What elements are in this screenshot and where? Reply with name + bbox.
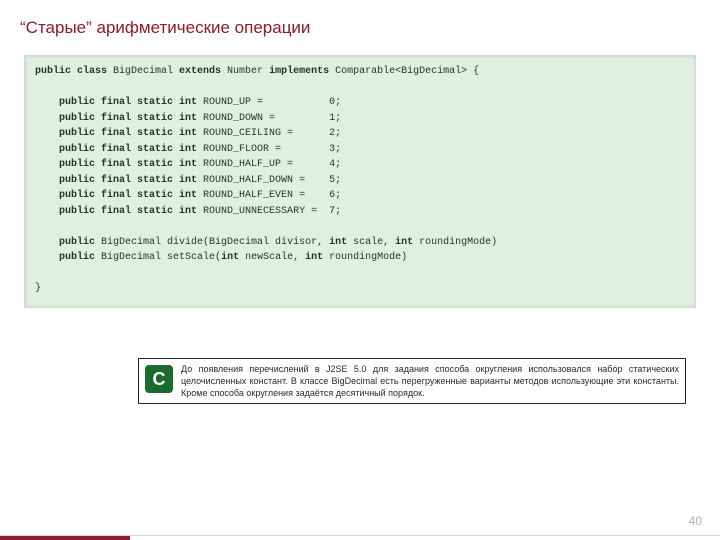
code-text: Number (221, 66, 269, 77)
kw-int: int (329, 237, 347, 248)
kw-public: public (59, 252, 95, 263)
code-block: public class BigDecimal extends Number i… (24, 55, 696, 308)
kw-implements: implements (269, 66, 329, 77)
code-text: ROUND_HALF_UP = 4; (197, 159, 341, 170)
code-text: ROUND_UP = 0; (197, 97, 341, 108)
code-text: ROUND_FLOOR = 3; (197, 144, 341, 155)
code-text: Comparable<BigDecimal> { (329, 66, 479, 77)
code-text: ROUND_HALF_DOWN = 5; (197, 175, 341, 186)
note-box: C До появления перечислений в J2SE 5.0 д… (138, 358, 686, 404)
kw-int: int (305, 252, 323, 263)
code-text: BigDecimal divide(BigDecimal divisor, (95, 237, 329, 248)
code-text: newScale, (239, 252, 305, 263)
kw-extends: extends (179, 66, 221, 77)
kw-int: int (395, 237, 413, 248)
code-text: ROUND_HALF_EVEN = 6; (197, 190, 341, 201)
kw-mods: public final static int (59, 159, 197, 170)
kw-mods: public final static int (59, 206, 197, 217)
kw-class: public class (35, 66, 107, 77)
kw-int: int (221, 252, 239, 263)
footer-accent (0, 536, 130, 540)
code-text: } (35, 283, 41, 294)
slide-title: “Старые” арифметические операции (20, 18, 310, 38)
kw-mods: public final static int (59, 113, 197, 124)
kw-mods: public final static int (59, 175, 197, 186)
code-text: ROUND_CEILING = 2; (197, 128, 341, 139)
kw-mods: public final static int (59, 144, 197, 155)
kw-mods: public final static int (59, 128, 197, 139)
page-number: 40 (689, 514, 702, 528)
code-text: scale, (347, 237, 395, 248)
code-text: roundingMode) (413, 237, 497, 248)
code-text: BigDecimal setScale( (95, 252, 221, 263)
code-text: ROUND_UNNECESSARY = 7; (197, 206, 341, 217)
note-text: До появления перечислений в J2SE 5.0 для… (181, 363, 679, 399)
kw-public: public (59, 237, 95, 248)
code-text: roundingMode) (323, 252, 407, 263)
code-text: ROUND_DOWN = 1; (197, 113, 341, 124)
note-badge-icon: C (145, 365, 173, 393)
kw-mods: public final static int (59, 97, 197, 108)
code-text: BigDecimal (107, 66, 179, 77)
kw-mods: public final static int (59, 190, 197, 201)
